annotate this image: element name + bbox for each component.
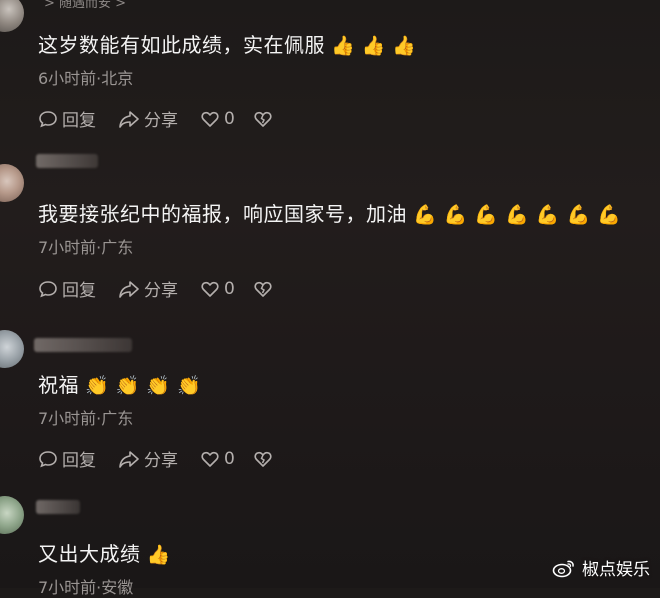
reply-bubble-icon	[39, 450, 57, 467]
comment-body: 我要接张纪中的福报，响应国家号，加油	[38, 202, 407, 226]
comment-text: 这岁数能有如此成绩，实在佩服 👍 👍 👍	[38, 29, 417, 58]
like-button[interactable]: 0	[200, 449, 235, 469]
watermark-text: 椒点娱乐	[582, 560, 650, 580]
reply-label: 回复	[62, 281, 96, 301]
comment-emoji: 👏 👏 👏 👏	[85, 375, 202, 397]
reply-label: 回复	[62, 111, 96, 131]
share-arrow-icon	[119, 450, 139, 468]
like-button[interactable]: 0	[200, 109, 235, 129]
avatar[interactable]	[0, 496, 24, 534]
comment-item: > 随遇而安 > 这岁数能有如此成绩，实在佩服 👍 👍 👍 6小时前·北京 回复 …	[0, 0, 660, 150]
share-button[interactable]: 分享	[118, 446, 178, 471]
reply-bubble-icon	[39, 280, 57, 297]
reply-button[interactable]: 回复	[38, 106, 96, 131]
comment-item: 祝福 👏 👏 👏 👏 7小时前·广东 回复 分享 0	[0, 320, 660, 490]
dislike-button[interactable]	[253, 449, 277, 469]
reply-button[interactable]: 回复	[38, 446, 96, 471]
username-blurred[interactable]	[36, 500, 80, 514]
share-label: 分享	[144, 111, 178, 131]
comment-meta: 6小时前·北京	[38, 69, 134, 88]
broken-heart-icon	[254, 281, 272, 297]
share-label: 分享	[144, 451, 178, 471]
like-count: 0	[224, 108, 235, 129]
heart-icon	[201, 451, 219, 467]
comment-actions: 回复 分享 0	[38, 106, 277, 131]
comment-meta: 7小时前·广东	[38, 238, 134, 257]
like-count: 0	[224, 448, 235, 469]
avatar[interactable]	[0, 0, 24, 32]
reply-label: 回复	[62, 451, 96, 471]
comment-text: 又出大成绩 👍	[38, 538, 171, 567]
dislike-button[interactable]	[253, 279, 277, 299]
comment-username[interactable]: > 随遇而安 >	[44, 0, 126, 11]
dislike-button[interactable]	[253, 109, 277, 129]
broken-heart-icon	[254, 451, 272, 467]
username-blurred[interactable]	[34, 338, 132, 352]
comment-body: 又出大成绩	[38, 542, 141, 566]
username-blurred[interactable]	[36, 154, 98, 168]
comment-meta: 7小时前·广东	[38, 409, 134, 428]
comment-actions: 回复 分享 0	[38, 276, 277, 301]
watermark: 椒点娱乐	[552, 555, 650, 580]
comment-body: 祝福	[38, 373, 79, 397]
heart-icon	[201, 111, 219, 127]
comment-text: 祝福 👏 👏 👏 👏	[38, 369, 201, 398]
share-arrow-icon	[119, 110, 139, 128]
share-arrow-icon	[119, 280, 139, 298]
comment-body: 这岁数能有如此成绩，实在佩服	[38, 33, 325, 57]
avatar[interactable]	[0, 330, 24, 368]
heart-icon	[201, 281, 219, 297]
comment-emoji: 👍	[146, 544, 171, 566]
share-button[interactable]: 分享	[118, 106, 178, 131]
broken-heart-icon	[254, 111, 272, 127]
share-label: 分享	[144, 281, 178, 301]
avatar[interactable]	[0, 164, 24, 202]
reply-button[interactable]: 回复	[38, 276, 96, 301]
share-button[interactable]: 分享	[118, 276, 178, 301]
reply-bubble-icon	[39, 110, 57, 127]
weibo-logo-icon	[552, 560, 574, 577]
comment-text: 我要接张纪中的福报，响应国家号，加油 💪 💪 💪 💪 💪 💪 💪	[38, 198, 621, 227]
like-button[interactable]: 0	[200, 279, 235, 299]
like-count: 0	[224, 278, 235, 299]
comment-actions: 回复 分享 0	[38, 446, 277, 471]
comment-item: 我要接张纪中的福报，响应国家号，加油 💪 💪 💪 💪 💪 💪 💪 7小时前·广东 …	[0, 150, 660, 320]
comment-emoji: 👍 👍 👍	[331, 35, 417, 57]
comment-emoji: 💪 💪 💪 💪 💪 💪 💪	[413, 204, 622, 226]
comment-meta: 7小时前·安徽	[38, 578, 134, 597]
